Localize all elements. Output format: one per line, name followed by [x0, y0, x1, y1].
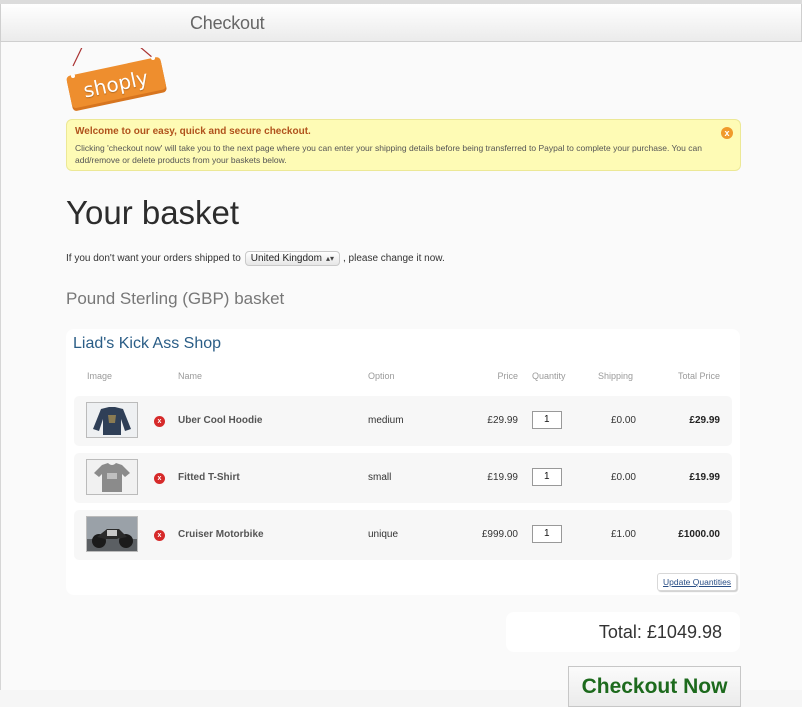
- hoodie-image[interactable]: [86, 402, 138, 438]
- ship-prefix: If you don't want your orders shipped to: [66, 253, 241, 264]
- motorbike-icon: [87, 517, 137, 551]
- country-value: United Kingdom: [250, 253, 322, 264]
- ship-suffix: , please change it now.: [342, 253, 445, 264]
- page-header-title: Checkout: [190, 13, 265, 33]
- update-quantities-button[interactable]: Update Quantities: [657, 573, 738, 591]
- item-shipping: £0.00: [610, 472, 636, 483]
- column-header-image: Image: [87, 371, 113, 381]
- remove-item-icon[interactable]: x: [154, 416, 165, 427]
- header-bar: Checkout: [0, 4, 802, 42]
- remove-item-icon[interactable]: x: [154, 473, 165, 484]
- total-box: Total: £1049.98: [506, 612, 740, 652]
- item-option: small: [368, 472, 392, 483]
- shoply-logo[interactable]: shoply: [61, 48, 173, 118]
- quantity-input[interactable]: 1: [532, 525, 562, 543]
- currency-basket-title: Pound Sterling (GBP) basket: [66, 289, 285, 308]
- basket-title: Your basket: [66, 194, 240, 231]
- welcome-notice: Welcome to our easy, quick and secure ch…: [66, 119, 741, 171]
- motorbike-image[interactable]: [86, 516, 138, 552]
- shop-name[interactable]: Liad's Kick Ass Shop: [73, 335, 221, 353]
- basket-total: Total: £1049.98: [598, 622, 722, 642]
- shop-basket-card: Liad's Kick Ass Shop Image Name Option P…: [66, 329, 740, 595]
- country-select[interactable]: United Kingdom ▴▾: [244, 251, 340, 266]
- column-header-price: Price: [497, 371, 518, 381]
- shipping-country-line: If you don't want your orders shipped to…: [66, 251, 445, 266]
- quantity-input[interactable]: 1: [532, 411, 562, 429]
- remove-item-icon[interactable]: x: [154, 530, 165, 541]
- table-row: x Fitted T-Shirt small £19.99 1 £0.00 £1…: [74, 453, 732, 503]
- quantity-input[interactable]: 1: [532, 468, 562, 486]
- item-name[interactable]: Cruiser Motorbike: [178, 529, 264, 540]
- item-name[interactable]: Fitted T-Shirt: [178, 472, 240, 483]
- tshirt-image[interactable]: [86, 459, 138, 495]
- column-header-quantity: Quantity: [532, 371, 566, 381]
- item-total: £19.99: [689, 472, 720, 483]
- item-shipping: £0.00: [610, 415, 636, 426]
- table-row: x Uber Cool Hoodie medium £29.99 1 £0.00…: [74, 396, 732, 446]
- column-header-shipping: Shipping: [598, 371, 634, 381]
- item-option: medium: [368, 415, 404, 426]
- notice-body: Clicking 'checkout now' will take you to…: [75, 143, 702, 165]
- item-price: £19.99: [487, 472, 518, 483]
- table-row: x Cruiser Motorbike unique £999.00 1 £1.…: [74, 510, 732, 560]
- notice-title: Welcome to our easy, quick and secure ch…: [75, 126, 311, 137]
- tshirt-icon: [87, 460, 137, 494]
- select-arrows-icon: ▴▾: [325, 254, 334, 263]
- item-price: £29.99: [487, 415, 518, 426]
- item-name[interactable]: Uber Cool Hoodie: [178, 415, 262, 426]
- checkout-now-button[interactable]: Checkout Now: [568, 666, 741, 707]
- column-header-option: Option: [368, 371, 395, 381]
- column-header-total: Total Price: [677, 371, 720, 381]
- item-option: unique: [368, 529, 399, 540]
- item-total: £1000.00: [678, 529, 720, 540]
- column-header-name: Name: [178, 371, 203, 381]
- close-icon[interactable]: x: [721, 127, 733, 139]
- item-total: £29.99: [689, 415, 720, 426]
- checkout-page: shoply Welcome to our easy, quick and se…: [0, 42, 802, 707]
- item-shipping: £1.00: [610, 529, 636, 540]
- item-price: £999.00: [481, 529, 518, 540]
- hoodie-icon: [87, 403, 137, 437]
